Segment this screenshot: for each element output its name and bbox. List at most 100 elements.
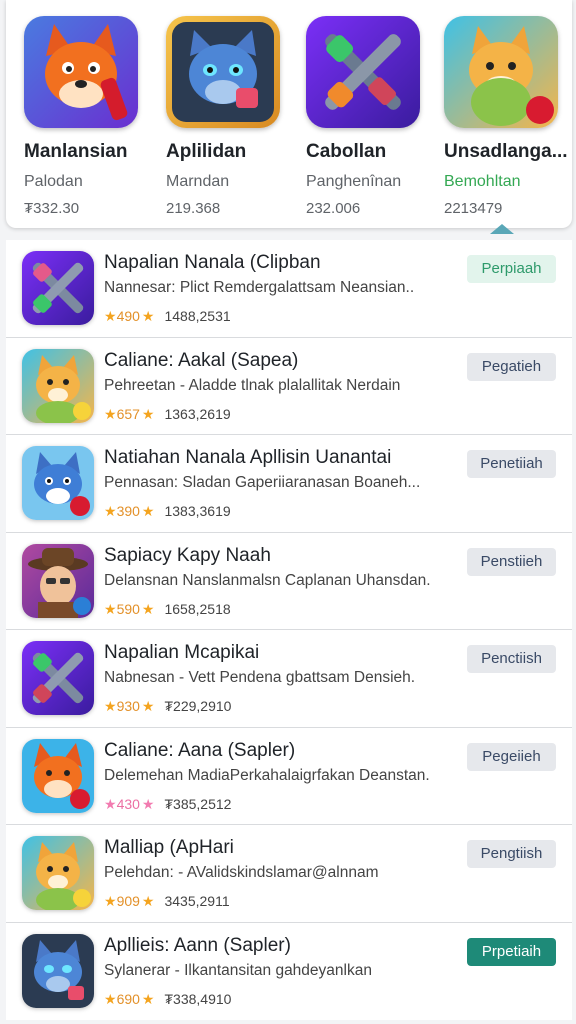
app-download-count: ₮338,4910	[164, 990, 232, 1007]
app-meta: ★690 ★ ₮338,4910	[104, 991, 231, 1008]
app-description: Sylanerar - Ilkantansitan gahdeyanlkan	[104, 961, 372, 979]
get-button[interactable]: Penctiish	[467, 645, 556, 673]
featured-app-subtitle: Panghenînan	[306, 173, 402, 190]
star-icon: ★	[141, 308, 155, 324]
featured-app-1[interactable]: Manlansian Palodan ₮332.30	[24, 16, 154, 217]
blue-cat-character-icon	[166, 16, 280, 128]
crossed-weapons-icon	[306, 16, 420, 128]
featured-app-subtitle: Palodan	[24, 173, 83, 190]
app-meta: ★930 ★ ₮229,2910	[104, 698, 231, 715]
app-title: Napalian Nanala (Clipban	[104, 252, 321, 273]
cowboy-character-icon	[22, 543, 94, 618]
app-meta: ★657 ★ 1363,2619	[104, 406, 231, 423]
app-download-count: 3435,2911	[164, 893, 230, 909]
get-button[interactable]: Prpetiaih	[467, 937, 556, 966]
get-button[interactable]: Penetiiah	[467, 450, 556, 478]
app-rating: 430	[116, 795, 140, 812]
star-icon: ★	[104, 308, 117, 324]
orange-cat-character-icon	[22, 836, 94, 910]
app-download-count: 1488,2531	[164, 308, 231, 324]
star-icon: ★	[141, 795, 155, 812]
app-rating: 909	[116, 893, 140, 909]
list-item[interactable]: Caliane: Aana (Sapler) Delemehan MadiaPe…	[6, 728, 572, 825]
fox-character-icon	[24, 16, 138, 128]
star-icon: ★	[141, 503, 155, 519]
list-item[interactable]: Natiahan Nanala Apllisin Uanantai Pennas…	[6, 435, 572, 533]
app-title: Malliap (ApHari	[104, 837, 234, 858]
orange-cat-character-icon	[444, 16, 558, 128]
featured-app-3[interactable]: Cabollan Panghenînan 232.006	[306, 16, 436, 217]
star-icon: ★	[104, 698, 117, 714]
app-rating: 390	[116, 503, 140, 519]
app-download-count: 1363,2619	[164, 405, 231, 422]
app-meta: ★590 ★ 1658,2518	[104, 601, 231, 618]
star-icon: ★	[141, 990, 155, 1007]
list-item[interactable]: Napalian Nanala (Clipban Nannesar: Plict…	[6, 240, 572, 338]
app-description: Pelehdan: - AValidskindslamar@alnnam	[104, 864, 379, 881]
app-description: Pehreetan - Aladde tlnak plalallitak Ner…	[104, 376, 401, 394]
app-title: Caliane: Aana (Sapler)	[104, 739, 296, 761]
featured-app-2[interactable]: Aplilidan Marndan 219.368	[166, 16, 296, 217]
star-icon: ★	[104, 503, 117, 519]
blue-cat-character-icon	[22, 933, 94, 1008]
list-item[interactable]: Malliap (ApHari Pelehdan: - AValidskinds…	[6, 825, 572, 923]
get-button[interactable]: Perpiaah	[467, 255, 556, 283]
star-icon: ★	[141, 893, 155, 909]
featured-app-4[interactable]: Unsadlanga... Bemohltan 2213479	[444, 16, 574, 217]
app-description: Pennasan: Sladan Gaperiiaranasan Boaneh.…	[104, 474, 421, 491]
fox-character-icon	[22, 738, 94, 813]
list-item[interactable]: Apllieis: Aann (Sapler) Sylanerar - Ilka…	[6, 923, 572, 1021]
get-button[interactable]: Pegatieh	[467, 352, 556, 381]
app-description: Nabnesan - Vett Pendena gbattsam Densieh…	[104, 669, 416, 686]
app-description: Delansnan Nanslanmalsn Caplanan Uhansdan…	[104, 571, 431, 589]
list-item[interactable]: Sapiacy Kapy Naah Delansnan Nanslanmalsn…	[6, 533, 572, 630]
star-icon: ★	[141, 600, 155, 617]
star-icon: ★	[104, 405, 117, 422]
app-title: Apllieis: Aann (Sapler)	[104, 934, 291, 956]
app-download-count: 1383,3619	[164, 503, 231, 519]
crossed-weapons-icon	[22, 641, 94, 715]
app-title: Napalian Mcapikai	[104, 642, 260, 663]
star-icon: ★	[141, 405, 155, 422]
app-download-count: ₮385,2512	[164, 795, 232, 812]
star-icon: ★	[104, 893, 117, 909]
featured-app-name: Cabollan	[306, 141, 387, 162]
blue-cat-character-icon	[22, 446, 94, 520]
featured-app-count: 232.006	[306, 200, 361, 217]
star-icon: ★	[104, 990, 117, 1007]
star-icon: ★	[104, 795, 117, 812]
scroll-indicator	[490, 224, 514, 234]
featured-app-count: 219.368	[166, 200, 221, 217]
app-list: Napalian Nanala (Clipban Nannesar: Plict…	[6, 240, 572, 1020]
app-download-count: 1658,2518	[164, 600, 231, 617]
app-rating: 657	[116, 405, 140, 422]
app-rating: 690	[116, 990, 140, 1007]
app-meta: ★490 ★ 1488,2531	[104, 308, 231, 325]
star-icon: ★	[141, 698, 155, 714]
featured-app-count: 2213479	[444, 200, 503, 217]
list-item[interactable]: Caliane: Aakal (Sapea) Pehreetan - Aladd…	[6, 338, 572, 435]
app-meta: ★430 ★ ₮385,2512	[104, 796, 231, 813]
app-title: Caliane: Aakal (Sapea)	[104, 349, 299, 371]
app-rating: 930	[116, 698, 140, 714]
app-description: Delemehan MadiaPerkahalaigrfakan Deansta…	[104, 766, 430, 784]
app-meta: ★909 ★ 3435,2911	[104, 893, 230, 910]
featured-app-subtitle: Marndan	[166, 173, 230, 190]
featured-app-name: Aplilidan	[166, 141, 247, 162]
list-item[interactable]: Napalian Mcapikai Nabnesan - Vett Penden…	[6, 630, 572, 728]
app-title: Sapiacy Kapy Naah	[104, 544, 271, 566]
app-meta: ★390 ★ 1383,3619	[104, 503, 231, 520]
star-icon: ★	[104, 600, 117, 617]
app-rating: 490	[116, 308, 140, 324]
crossed-weapons-icon	[22, 251, 94, 325]
get-button[interactable]: Pegeiieh	[467, 742, 556, 771]
orange-cat-character-icon	[22, 348, 94, 423]
featured-app-subtitle: Bemohltan	[444, 173, 521, 190]
featured-app-count: ₮332.30	[24, 200, 80, 217]
get-button[interactable]: Pengtiish	[467, 840, 556, 868]
app-download-count: ₮229,2910	[164, 698, 232, 714]
app-description: Nannesar: Plict Remdergalattsam Neansian…	[104, 279, 415, 296]
featured-apps-card: Manlansian Palodan ₮332.30 Aplilidan Mar…	[6, 0, 572, 228]
app-rating: 590	[116, 600, 140, 617]
get-button[interactable]: Penstiieh	[467, 547, 556, 576]
